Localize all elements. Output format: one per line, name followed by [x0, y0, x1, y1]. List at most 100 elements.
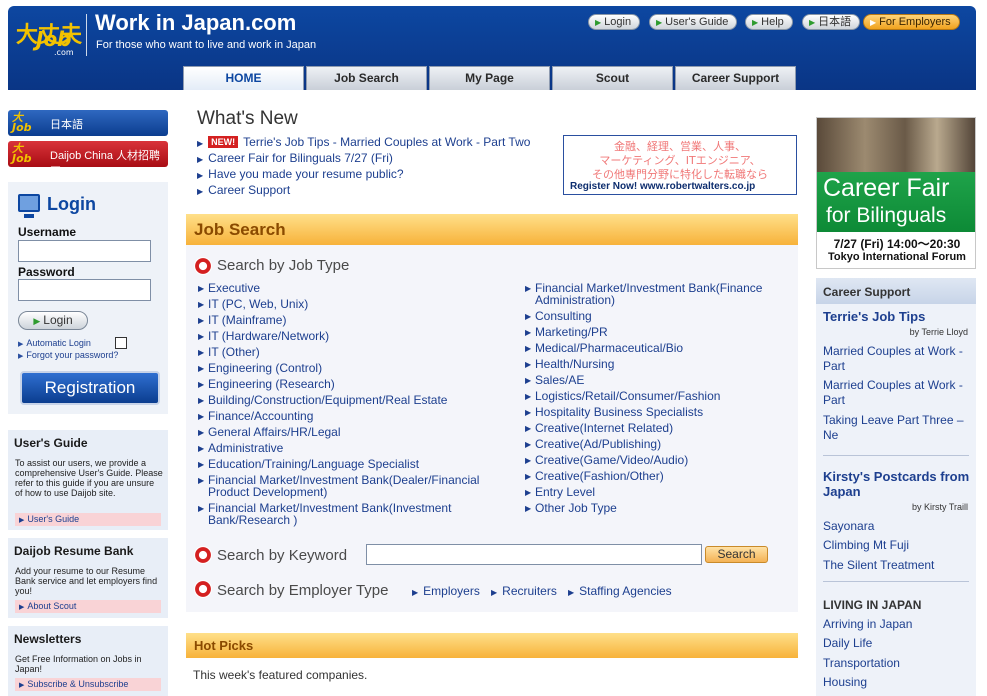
keyword-search-input[interactable] [366, 544, 702, 565]
living-link[interactable]: Housing [823, 675, 973, 690]
job-type-link[interactable]: ▶ IT (Mainframe) [198, 314, 508, 326]
job-type-link[interactable]: ▶ Other Job Type [525, 502, 835, 514]
tab-scout[interactable]: Scout [552, 66, 673, 90]
bullet-icon: ▶ [198, 316, 205, 325]
job-type-link[interactable]: ▶ Finance/Accounting [198, 410, 508, 422]
bullet-icon: ▶ [18, 341, 24, 348]
news-item[interactable]: ▶ NEW! Terrie's Job Tips - Married Couples… [197, 135, 530, 149]
robert-walters-banner[interactable]: 金融、経理、営業、人事、 マーケティング、ITエンジニア、 その他専門分野に特化… [563, 135, 797, 195]
job-type-link[interactable]: ▶ Health/Nursing [525, 358, 835, 370]
job-type-link[interactable]: ▶ Administrative [198, 442, 508, 454]
job-type-link[interactable]: ▶ Executive [198, 282, 508, 294]
daijob-logo[interactable]: 大丈夫 Job .com [16, 11, 86, 59]
job-type-link[interactable]: ▶ Logistics/Retail/Consumer/Fashion [525, 390, 835, 402]
tab-my-page[interactable]: My Page [429, 66, 550, 90]
tab-job-search[interactable]: Job Search [306, 66, 427, 90]
bullet-icon: ▶ [525, 504, 532, 513]
job-tips-link[interactable]: Taking Leave Part Three – Ne [823, 413, 973, 443]
about-scout-link[interactable]: ▶ About Scout [15, 600, 161, 613]
bullet-icon: ▶ [525, 392, 532, 401]
job-tips-link[interactable]: Married Couples at Work - Part [823, 344, 973, 374]
job-type-link[interactable]: ▶ Marketing/PR [525, 326, 835, 338]
job-tips-link[interactable]: Married Couples at Work - Part [823, 378, 973, 408]
bullet-icon: ▶ [525, 424, 532, 433]
career-support-panel: Career Support Terrie's Job Tips by Terr… [816, 278, 976, 696]
automatic-login-checkbox[interactable] [115, 337, 127, 349]
job-type-link[interactable]: ▶ IT (Hardware/Network) [198, 330, 508, 342]
play-icon: ▶ [595, 18, 602, 27]
job-type-link[interactable]: ▶ Engineering (Research) [198, 378, 508, 390]
living-link[interactable]: Transportation [823, 656, 973, 671]
header-for-employers-button[interactable]: ▶ For Employers [863, 14, 960, 30]
postcards-link[interactable]: The Silent Treatment [823, 558, 973, 573]
header-japanese-button[interactable]: ▶ 日本語 [802, 14, 861, 30]
login-title: Login [47, 194, 96, 214]
postcards-heading[interactable]: Kirsty's Postcards from Japan [823, 469, 973, 499]
bullet-icon: ▶ [525, 344, 532, 353]
job-type-link[interactable]: ▶ Creative(Internet Related) [525, 422, 835, 434]
job-type-link[interactable]: ▶ Creative(Game/Video/Audio) [525, 454, 835, 466]
username-input[interactable] [18, 240, 151, 262]
search-by-job-type-title: Search by Job Type [217, 257, 350, 274]
keyword-icon [194, 546, 212, 564]
login-button[interactable]: ▶ Login [18, 311, 88, 330]
header-login-button[interactable]: ▶ Login [588, 14, 641, 30]
job-type-link[interactable]: ▶ Engineering (Control) [198, 362, 508, 374]
job-type-link[interactable]: ▶ Financial Market/Investment Bank(Invest… [198, 502, 508, 526]
recruiters-link[interactable]: ▶ Recruiters [491, 584, 557, 598]
monitor-icon [18, 194, 40, 218]
news-item[interactable]: ▶ Career Support [197, 183, 290, 197]
job-type-link[interactable]: ▶ Entry Level [525, 486, 835, 498]
tab-career-support[interactable]: Career Support [675, 66, 796, 90]
career-fair-banner[interactable]: Career Fair for Bilinguals 7/27 (Fri) 14… [816, 117, 976, 269]
forgot-password-link[interactable]: ▶ Forgot your password? [18, 350, 118, 360]
password-input[interactable] [18, 279, 151, 301]
header-users-guide-button[interactable]: ▶ User's Guide [649, 14, 738, 30]
job-type-link[interactable]: ▶ Education/Training/Language Specialist [198, 458, 508, 470]
living-link[interactable]: Daily Life [823, 636, 973, 651]
play-icon: ▶ [809, 18, 816, 27]
tab-home[interactable]: HOME [183, 66, 304, 90]
job-type-link[interactable]: ▶ IT (Other) [198, 346, 508, 358]
japanese-site-button[interactable]: 大 Job 日本語 [8, 110, 168, 136]
keyword-search-button[interactable]: Search [705, 546, 768, 563]
postcards-link[interactable]: Sayonara [823, 519, 973, 534]
new-badge: NEW! [208, 136, 239, 148]
bullet-icon: ▶ [491, 588, 498, 597]
users-guide-text: To assist our users, we provide a compre… [15, 458, 163, 498]
job-type-link[interactable]: ▶ Medical/Pharmaceutical/Bio [525, 342, 835, 354]
job-type-link[interactable]: ▶ Financial Market/Investment Bank(Dealer… [198, 474, 508, 498]
daijob-china-button[interactable]: 大 Job Daijob China 人材招聘网 [8, 141, 168, 178]
job-type-link[interactable]: ▶ Hospitality Business Specialists [525, 406, 835, 418]
job-type-link[interactable]: ▶ Financial Market/Investment Bank(Financ… [525, 282, 835, 306]
news-item[interactable]: ▶ Have you made your resume public? [197, 167, 404, 181]
job-type-link[interactable]: ▶ General Affairs/HR/Legal [198, 426, 508, 438]
header-help-button[interactable]: ▶ Help [745, 14, 793, 30]
site-title[interactable]: Work in Japan.com [95, 10, 296, 36]
automatic-login-label: ▶ Automatic Login [18, 338, 91, 348]
resume-bank-box: Daijob Resume Bank Add your resume to ou… [8, 538, 168, 618]
bullet-icon: ▶ [197, 171, 204, 180]
staffing-agencies-link[interactable]: ▶ Staffing Agencies [568, 584, 672, 598]
bullet-icon: ▶ [568, 588, 575, 597]
news-item[interactable]: ▶ Career Fair for Bilinguals 7/27 (Fri) [197, 151, 393, 165]
users-guide-link[interactable]: ▶ User's Guide [15, 513, 161, 526]
job-type-link[interactable]: ▶ Consulting [525, 310, 835, 322]
job-tips-heading[interactable]: Terrie's Job Tips [823, 309, 925, 324]
job-type-link[interactable]: ▶ Creative(Fashion/Other) [525, 470, 835, 482]
job-type-link[interactable]: ▶ Building/Construction/Equipment/Real Es… [198, 394, 508, 406]
living-link[interactable]: Arriving in Japan [823, 617, 973, 632]
employers-link[interactable]: ▶ Employers [412, 584, 480, 598]
subscribe-link[interactable]: ▶ Subscribe & Unsubscribe [15, 678, 161, 691]
password-label: Password [18, 265, 75, 279]
play-icon: ▶ [33, 316, 41, 326]
newsletters-box: Newsletters Get Free Information on Jobs… [8, 626, 168, 696]
postcards-link[interactable]: Climbing Mt Fuji [823, 538, 973, 553]
bullet-icon: ▶ [525, 408, 532, 417]
logo-com: .com [54, 48, 74, 57]
job-type-link[interactable]: ▶ IT (PC, Web, Unix) [198, 298, 508, 310]
registration-button[interactable]: Registration [20, 371, 160, 405]
job-type-link[interactable]: ▶ Creative(Ad/Publishing) [525, 438, 835, 450]
job-type-link[interactable]: ▶ Sales/AE [525, 374, 835, 386]
job-search-panel: Job Search Search by Job Type ▶ Executive… [186, 214, 798, 612]
